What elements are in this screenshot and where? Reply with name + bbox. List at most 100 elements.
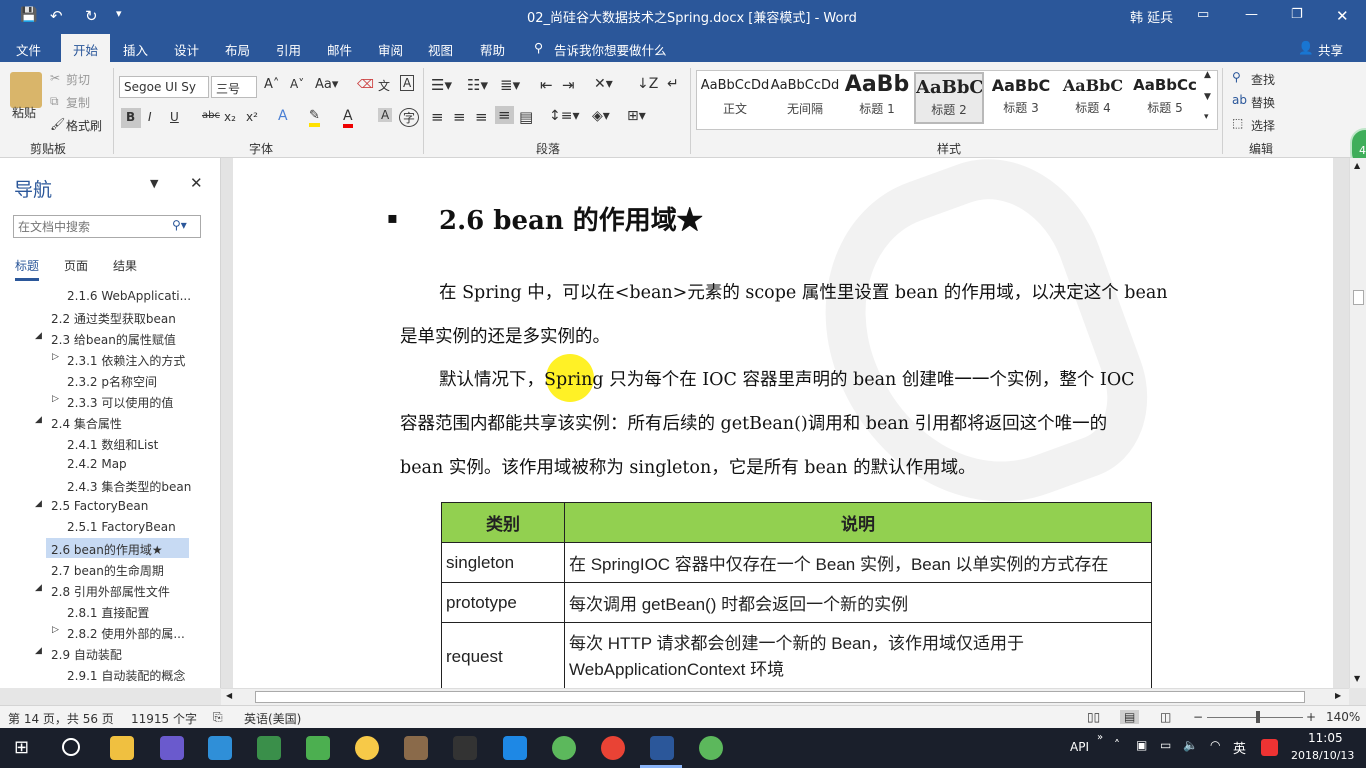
table-cell[interactable]: singleton: [441, 542, 565, 583]
nav-options-icon[interactable]: ▼: [150, 177, 158, 190]
char-shading-icon[interactable]: A: [378, 108, 393, 122]
style-heading-4[interactable]: AaBbC 标题 4: [1058, 72, 1128, 124]
tab-mailings[interactable]: 邮件: [327, 40, 352, 59]
find-button[interactable]: 查找: [1251, 71, 1275, 88]
paragraph-line[interactable]: 容器范围内都能共享该实例：所有后续的 getBean()调用和 bean 引用都…: [400, 410, 1107, 435]
decrease-indent-icon[interactable]: ⇤: [540, 76, 553, 94]
chart-app-icon[interactable]: [306, 736, 330, 760]
word-count[interactable]: 11915 个字: [131, 710, 197, 727]
nav-item[interactable]: 2.3.3 可以使用的值: [67, 394, 173, 411]
cut-icon[interactable]: ✂: [50, 71, 60, 85]
change-case-icon[interactable]: Aa▾: [315, 77, 338, 92]
tab-layout[interactable]: 布局: [225, 40, 250, 59]
scroll-up-icon[interactable]: ▲: [1354, 161, 1360, 170]
expand-icon[interactable]: ▷: [52, 394, 59, 404]
chrome-icon[interactable]: [601, 736, 625, 760]
share-button[interactable]: 共享: [1318, 40, 1343, 59]
horizontal-scrollbar[interactable]: ◀ ▶: [221, 688, 1349, 705]
eclipse-icon[interactable]: [160, 736, 184, 760]
copy-icon[interactable]: ⧉: [50, 94, 59, 109]
customize-qat-icon[interactable]: ▾: [116, 7, 122, 20]
highlight-icon[interactable]: ✎: [309, 108, 320, 127]
replace-button[interactable]: 替换: [1251, 94, 1275, 111]
tool-app-icon[interactable]: [453, 736, 477, 760]
nav-item[interactable]: 2.5.1 FactoryBean: [67, 520, 176, 534]
table-cell[interactable]: 每次调用 getBean() 时都会返回一个新的实例: [564, 582, 1152, 623]
tray-app-icon[interactable]: ▣: [1136, 738, 1147, 752]
shading-icon[interactable]: ◈▾: [592, 108, 610, 124]
align-left-icon[interactable]: ≡: [431, 108, 444, 126]
api-tray[interactable]: API: [1070, 740, 1089, 754]
save-icon[interactable]: 💾: [20, 7, 37, 23]
superscript-icon[interactable]: x²: [246, 110, 258, 124]
wifi-icon[interactable]: ◠: [1210, 738, 1220, 752]
style-no-spacing[interactable]: AaBbCcDd 无间隔: [770, 72, 840, 124]
table-cell[interactable]: 在 SpringIOC 容器中仅存在一个 Bean 实例，Bean 以单实例的方…: [564, 542, 1152, 583]
format-painter-icon[interactable]: 🖌: [50, 117, 65, 131]
replace-icon[interactable]: ab: [1232, 93, 1247, 107]
table-row[interactable]: prototype 每次调用 getBean() 时都会返回一个新的实例: [441, 582, 1152, 623]
cortana-icon[interactable]: [62, 738, 80, 756]
bullets-icon[interactable]: ☰▾: [431, 76, 452, 94]
font-size-select[interactable]: 三号: [211, 76, 257, 98]
text-effects-icon[interactable]: A: [278, 108, 288, 124]
style-heading-1[interactable]: AaBb 标题 1: [842, 72, 912, 124]
copy-button[interactable]: 复制: [66, 94, 90, 111]
redo-icon[interactable]: ↻: [85, 7, 98, 25]
ime-indicator[interactable]: 英: [1233, 738, 1246, 757]
select-icon[interactable]: ⬚: [1232, 116, 1243, 130]
nav-item[interactable]: 2.8 引用外部属性文件: [51, 583, 170, 600]
nav-search-icon[interactable]: ⚲▾: [172, 218, 187, 232]
nav-item[interactable]: 2.8.2 使用外部的属...: [67, 625, 185, 642]
zoom-slider-thumb[interactable]: [1256, 711, 1260, 723]
paragraph-line[interactable]: 默认情况下，Spring 只为每个在 IOC 容器里声明的 bean 创建唯一一…: [439, 366, 1135, 391]
scroll-down-icon[interactable]: ▼: [1354, 674, 1360, 683]
nav-item[interactable]: 2.4.2 Map: [67, 457, 127, 471]
paste-icon[interactable]: [10, 72, 42, 108]
tab-file[interactable]: 文件: [16, 40, 41, 59]
file-explorer-icon[interactable]: [110, 736, 134, 760]
nav-tab-results[interactable]: 结果: [113, 257, 137, 274]
paragraph-line[interactable]: bean 实例。该作用域被称为 singleton，它是所有 bean 的默认作…: [400, 454, 976, 479]
increase-indent-icon[interactable]: ⇥: [562, 76, 575, 94]
clock-time[interactable]: 11:05: [1308, 731, 1343, 745]
styles-scroll-down-icon[interactable]: ▼: [1204, 92, 1211, 102]
clear-format-icon[interactable]: ⌫: [357, 77, 374, 91]
vertical-scroll-thumb[interactable]: [1353, 290, 1364, 305]
web-layout-icon[interactable]: ◫: [1160, 710, 1171, 724]
tab-review[interactable]: 审阅: [378, 40, 403, 59]
shrink-font-icon[interactable]: A˅: [290, 77, 304, 91]
nav-item[interactable]: 2.3.2 p名称空间: [67, 373, 157, 390]
scroll-left-icon[interactable]: ◀: [226, 691, 232, 700]
tab-home[interactable]: 开始: [61, 34, 111, 62]
spring-tool-icon[interactable]: [552, 736, 576, 760]
clock-date[interactable]: 2018/10/13: [1291, 749, 1354, 762]
zoom-slider[interactable]: [1207, 717, 1303, 718]
evernote-icon[interactable]: [257, 736, 281, 760]
find-icon[interactable]: ⚲: [1232, 70, 1241, 84]
paste-button[interactable]: 粘贴: [12, 104, 36, 121]
multilevel-list-icon[interactable]: ≣▾: [500, 76, 520, 94]
style-heading-2[interactable]: AaBbC 标题 2: [914, 72, 984, 124]
ribbon-display-icon[interactable]: ▭: [1197, 7, 1209, 22]
undo-icon[interactable]: ↶: [50, 7, 63, 25]
table-row[interactable]: request 每次 HTTP 请求都会创建一个新的 Bean，该作用域仅适用于…: [441, 622, 1152, 688]
font-color-icon[interactable]: A: [343, 108, 353, 128]
zoom-in-icon[interactable]: +: [1306, 710, 1316, 724]
styles-more-icon[interactable]: ▾: [1204, 112, 1209, 122]
style-heading-3[interactable]: AaBbC 标题 3: [986, 72, 1056, 124]
justify-icon[interactable]: ≡: [495, 106, 514, 124]
style-normal[interactable]: AaBbCcDd 正文: [700, 72, 770, 124]
cut-button[interactable]: 剪切: [66, 71, 90, 88]
enclose-char-icon[interactable]: 字: [399, 108, 420, 127]
nav-item[interactable]: 2.1.6 WebApplicati...: [67, 289, 191, 303]
grow-font-icon[interactable]: A˄: [264, 77, 279, 92]
volume-icon[interactable]: 🔈: [1183, 738, 1198, 752]
show-marks-icon[interactable]: ↵: [667, 76, 679, 92]
chinese-layout-icon[interactable]: ✕▾: [594, 76, 613, 92]
collapse-icon[interactable]: ◢: [35, 583, 42, 593]
nav-item[interactable]: 2.9.1 自动装配的概念: [67, 667, 185, 684]
vscode-icon[interactable]: [503, 736, 527, 760]
minimize-icon[interactable]: —: [1245, 7, 1258, 22]
user-name[interactable]: 韩 延兵: [1130, 7, 1173, 26]
